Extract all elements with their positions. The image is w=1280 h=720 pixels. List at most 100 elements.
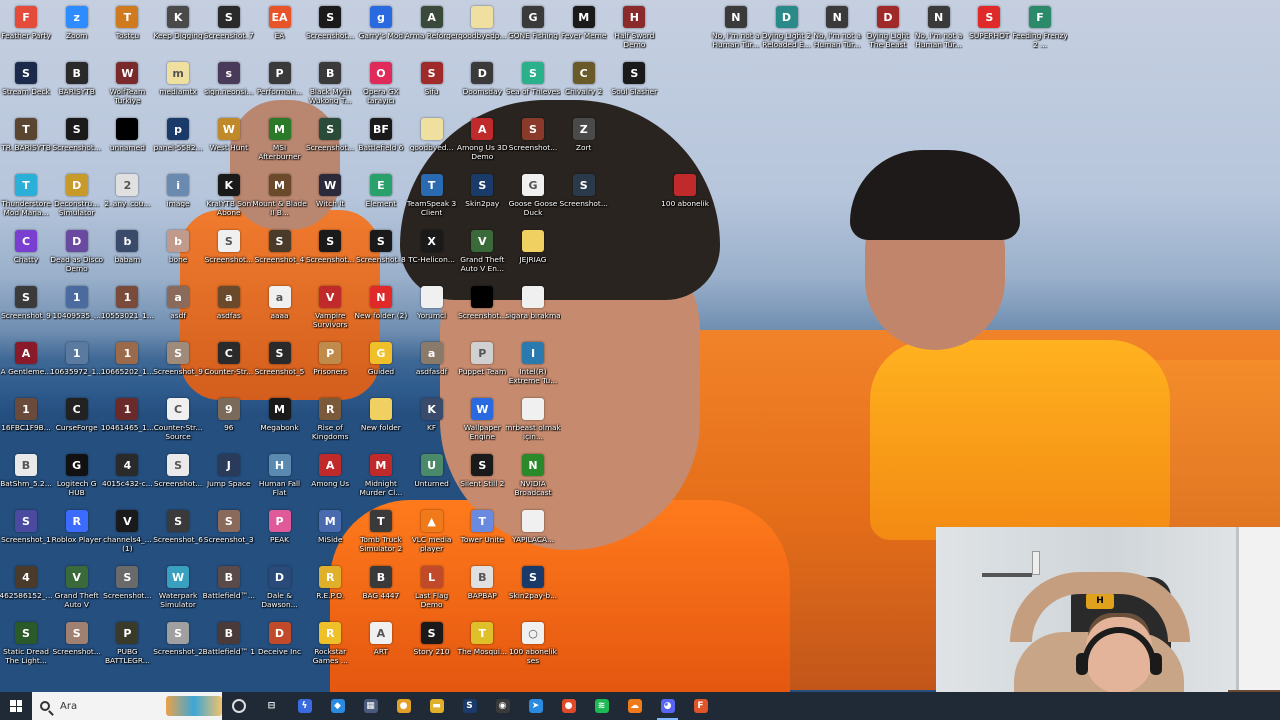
desktop-icon[interactable]: G Guided <box>355 342 407 398</box>
desktop-icon[interactable]: C Counter-Str... <box>203 342 255 398</box>
desktop-icon[interactable]: W Waterpark Simulator <box>152 566 204 622</box>
taskbar-app-lightning-button[interactable]: ϟ <box>288 692 321 720</box>
desktop-icon[interactable]: C Counter-Str... Source <box>152 398 204 454</box>
desktop-icon[interactable]: 1 10409535_... <box>51 286 103 342</box>
desktop-icon[interactable]: S Skin2pay-b... <box>507 566 559 622</box>
desktop-icon[interactable]: 1 10635972_1... <box>50 342 103 398</box>
desktop-icon[interactable]: T Tostçu <box>101 6 153 62</box>
desktop-icon[interactable]: G GONE Fishing <box>507 6 559 62</box>
desktop-icon[interactable]: W West Hunt <box>203 118 255 174</box>
desktop-icon[interactable]: S Screenshot_9 <box>152 342 204 398</box>
desktop-icon[interactable]: J Jump Space <box>203 454 255 510</box>
start-button[interactable] <box>0 692 32 720</box>
desktop-icon[interactable]: O Opera GX tarayıcı <box>355 62 407 118</box>
desktop-icon[interactable]: unnamed <box>101 118 153 174</box>
desktop-icon[interactable]: R R.E.P.O. <box>304 566 356 622</box>
taskbar-task-view-button[interactable]: ⊟ <box>255 692 288 720</box>
desktop-icon[interactable]: R Rise of Kingdoms <box>304 398 356 454</box>
desktop-icon[interactable]: S Story 210 <box>406 622 458 678</box>
desktop-icon[interactable]: S Screenshot_7 <box>203 6 255 62</box>
desktop-icon[interactable]: N New folder (2) <box>355 286 407 342</box>
desktop-icon[interactable]: JEJRIAG <box>507 230 559 286</box>
desktop-icon[interactable]: S Screenshot_9 <box>0 286 52 342</box>
desktop-icon[interactable]: D Doomsday <box>456 62 508 118</box>
desktop-icon[interactable]: 9 96 <box>203 398 255 454</box>
taskbar-chrome-alt-button[interactable]: ● <box>552 692 585 720</box>
desktop-icon[interactable]: K KralYTB Son Abone <box>203 174 255 230</box>
desktop-icon[interactable]: A Among Us <box>304 454 356 510</box>
desktop-icon[interactable]: goodbyedp... <box>456 6 508 62</box>
desktop-icon[interactable]: W Witch It <box>304 174 356 230</box>
desktop-icon[interactable]: M Megabonk <box>254 398 306 454</box>
desktop-icon[interactable]: R Roblox Player <box>51 510 103 566</box>
desktop-icon[interactable]: V Grand Theft Auto V <box>51 566 103 622</box>
desktop-icon[interactable]: b babam <box>101 230 153 286</box>
desktop-icon[interactable]: A Among Us 3D Demo <box>456 118 508 174</box>
desktop-icon[interactable]: W WolfTeam Turkiye <box>101 62 153 118</box>
desktop-icon[interactable]: X TC-Helicon... <box>406 230 458 286</box>
desktop-icon[interactable]: D Deconstru... Simulator <box>51 174 103 230</box>
desktop-icon[interactable]: m mediamtx <box>152 62 204 118</box>
taskbar-chrome-button[interactable]: ● <box>387 692 420 720</box>
desktop-icon[interactable]: S Stream Deck <box>0 62 52 118</box>
desktop-icon[interactable]: G Goose Goose Duck <box>507 174 559 230</box>
desktop-icon[interactable]: goodbyed... <box>406 118 458 174</box>
desktop-icon[interactable]: S Screenshot_4 <box>254 230 306 286</box>
desktop-icon[interactable]: z Zoom <box>51 6 103 62</box>
desktop-icon[interactable]: S SUPERHOT <box>963 6 1015 62</box>
desktop-icon[interactable]: T TR_BARISYTB <box>0 118 52 174</box>
desktop-icon[interactable]: New folder <box>355 398 407 454</box>
desktop-icon[interactable]: K KF <box>406 398 458 454</box>
desktop-icon[interactable]: S Screenshot... <box>101 566 153 622</box>
desktop-icon[interactable]: S Skin2pay <box>456 174 508 230</box>
desktop-icon[interactable]: ○ 100 abonelik ses <box>507 622 559 678</box>
taskbar-app-cloud-button[interactable]: ☁ <box>618 692 651 720</box>
desktop-icon[interactable]: S Screenshot... <box>203 230 255 286</box>
taskbar-app-blue-bird-button[interactable]: ◆ <box>321 692 354 720</box>
desktop-icon[interactable]: C Chatty <box>0 230 52 286</box>
desktop-icon[interactable]: YAPILACA... <box>507 510 559 566</box>
desktop-icon[interactable]: F Feather Party <box>0 6 52 62</box>
desktop-icon[interactable]: 1 10665202_1... <box>101 342 154 398</box>
desktop-icon[interactable]: a asdf <box>152 286 204 342</box>
desktop-icon[interactable]: T Tomb Truck Simulator 2 <box>355 510 407 566</box>
desktop-icon[interactable]: D Dale & Dawson... <box>254 566 306 622</box>
desktop-icon[interactable]: Vchannels4_... (1) <box>101 510 153 566</box>
desktop-icon[interactable]: D Deceive Inc <box>254 622 306 678</box>
desktop-icon[interactable]: M Mount & Blade II B... <box>252 174 307 230</box>
desktop-icon[interactable]: H Human Fall Flat <box>254 454 306 510</box>
desktop-icon[interactable]: 1 10553021_1... <box>101 286 154 342</box>
desktop-icon[interactable]: T Tower Unite <box>456 510 508 566</box>
desktop-icon[interactable]: N No, I'm not a Human Tür... <box>710 6 762 62</box>
desktop-icon[interactable]: ▲ VLC media player <box>406 510 458 566</box>
desktop-icon[interactable]: B Black Myth Wukong T... <box>304 62 356 118</box>
desktop-icon[interactable]: V Vampire Survivors <box>304 286 356 342</box>
desktop-icon[interactable]: S Screenshot_1 <box>0 510 52 566</box>
desktop-icon[interactable]: B BAG 4447 <box>355 566 407 622</box>
desktop-icon[interactable]: P Prisoners <box>304 342 356 398</box>
desktop-icon[interactable]: P PUBG BATTLEGR... <box>101 622 153 678</box>
desktop-icon[interactable]: D Dead as Disco Demo <box>50 230 103 286</box>
desktop-icon[interactable]: BF Battlefield 6 <box>355 118 407 174</box>
desktop-icon[interactable]: T Thunderstore Mod Mana... <box>0 174 52 230</box>
desktop-icon[interactable]: K Keep Digging <box>152 6 204 62</box>
desktop-icon[interactable]: S Screenshot_8 <box>355 230 407 286</box>
desktop-icon[interactable]: 2 2_any_cou... <box>101 174 153 230</box>
desktop-icon[interactable]: P PEAK <box>254 510 306 566</box>
desktop-icon[interactable]: S Soul Slasher <box>608 62 660 118</box>
desktop-icon[interactable]: S Screenshot... <box>51 118 103 174</box>
desktop-icon[interactable]: H Half Sword Demo <box>608 6 660 62</box>
taskbar-app-arrow-button[interactable]: ➤ <box>519 692 552 720</box>
desktop-icon[interactable]: F Feeding Frenzy 2 ... <box>1012 6 1068 62</box>
desktop-icon[interactable]: 100 abonelik <box>659 174 711 230</box>
desktop-icon[interactable]: s sign.neonsi... <box>203 62 255 118</box>
desktop-icon[interactable]: a aaaa <box>254 286 306 342</box>
desktop-icon[interactable]: N No, I'm not a Human Tür... <box>913 6 965 62</box>
desktop-icon[interactable]: 1 16FBC1F9B... <box>0 398 52 454</box>
desktop-icon[interactable]: A A Gentleme... <box>0 342 52 398</box>
desktop-icon[interactable]: S Screenshot... <box>304 230 356 286</box>
desktop-icon[interactable]: b bone <box>152 230 204 286</box>
desktop-icon[interactable]: C CurseForge <box>51 398 103 454</box>
desktop-icon[interactable]: g Garry's Mod <box>355 6 407 62</box>
desktop-icon[interactable]: B BatShm_5.2... <box>0 454 52 510</box>
